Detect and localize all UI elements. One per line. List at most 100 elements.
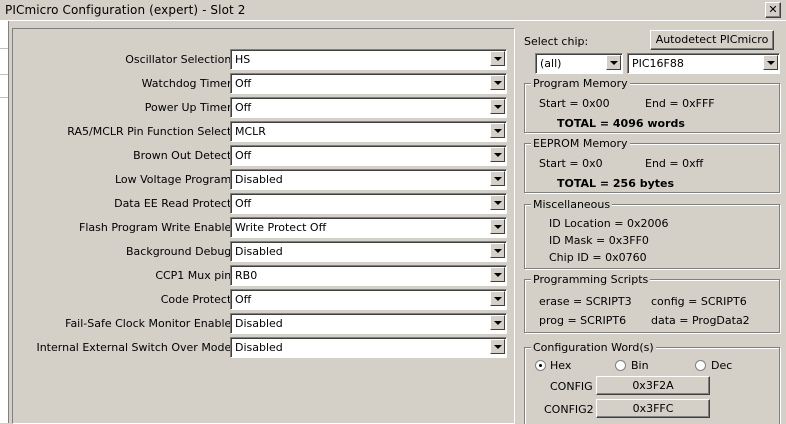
config-row-label: Watchdog Timer: bbox=[141, 77, 235, 90]
chevron-down-icon[interactable] bbox=[490, 243, 505, 258]
config-script: config = SCRIPT6 bbox=[651, 295, 747, 308]
chip-family-select[interactable]: (all) bbox=[535, 53, 623, 74]
ccp1-mux-select[interactable]: RB0 bbox=[230, 265, 507, 286]
fail-safe-clock-select[interactable]: Disabled bbox=[230, 313, 507, 334]
chevron-down-icon[interactable] bbox=[490, 195, 505, 210]
program-memory-end: End = 0xFFF bbox=[645, 97, 715, 110]
chip-value: PIC16F88 bbox=[632, 57, 684, 70]
config-row-value: Off bbox=[235, 197, 252, 210]
erase-script: erase = SCRIPT3 bbox=[539, 295, 632, 308]
chevron-down-icon[interactable] bbox=[763, 55, 778, 70]
config-row-label: Data EE Read Protect: bbox=[114, 197, 235, 210]
chevron-down-icon[interactable] bbox=[490, 51, 505, 66]
programming-scripts-title: Programming Scripts bbox=[531, 273, 651, 286]
chevron-down-icon[interactable] bbox=[490, 75, 505, 90]
chevron-down-icon[interactable] bbox=[490, 291, 505, 306]
close-icon: ✕ bbox=[768, 3, 778, 16]
config-row-value: Disabled bbox=[235, 317, 283, 330]
chip-family-value: (all) bbox=[540, 57, 562, 70]
programming-scripts-group: Programming Scripts erase = SCRIPT3 conf… bbox=[524, 273, 780, 333]
config1-value: 0x3F2A bbox=[632, 379, 674, 392]
prog-script: prog = SCRIPT6 bbox=[539, 314, 627, 327]
configuration-words-title: Configuration Word(s) bbox=[531, 341, 656, 354]
chevron-down-icon[interactable] bbox=[490, 171, 505, 186]
select-chip-label: Select chip: bbox=[524, 35, 589, 48]
config-row: Power Up Timer: Off bbox=[13, 97, 513, 118]
program-memory-group: Program Memory Start = 0x00 End = 0xFFF … bbox=[524, 77, 780, 133]
config-row-value: Off bbox=[235, 77, 252, 90]
chevron-down-icon[interactable] bbox=[490, 267, 505, 282]
chevron-down-icon[interactable] bbox=[490, 147, 505, 162]
close-button[interactable]: ✕ bbox=[765, 2, 781, 18]
config-row-label: Brown Out Detect: bbox=[133, 149, 235, 162]
config1-label: CONFIG bbox=[550, 380, 593, 393]
brown-out-select[interactable]: Off bbox=[230, 145, 507, 166]
config-row: RA5/MCLR Pin Function Select: MCLR bbox=[13, 121, 513, 142]
config-row-value: Disabled bbox=[235, 245, 283, 258]
mclr-select[interactable]: MCLR bbox=[230, 121, 507, 142]
chevron-down-icon[interactable] bbox=[490, 339, 505, 354]
oscillator-select[interactable]: HS bbox=[230, 49, 507, 70]
config-row-value: Write Protect Off bbox=[235, 221, 327, 234]
bin-radio[interactable] bbox=[615, 360, 626, 371]
flash-write-enable-select[interactable]: Write Protect Off bbox=[230, 217, 507, 238]
program-memory-total: TOTAL = 4096 words bbox=[557, 117, 685, 130]
config-row: Oscillator Selection: HS bbox=[13, 49, 513, 70]
eeprom-memory-total: TOTAL = 256 bytes bbox=[557, 177, 675, 190]
data-ee-read-protect-select[interactable]: Off bbox=[230, 193, 507, 214]
config-row-label: Oscillator Selection: bbox=[125, 53, 235, 66]
id-mask: ID Mask = 0x3FF0 bbox=[549, 234, 649, 247]
config-row: Code Protect: Off bbox=[13, 289, 513, 310]
program-memory-start: Start = 0x00 bbox=[539, 97, 610, 110]
chip-id: Chip ID = 0x0760 bbox=[549, 251, 647, 264]
code-protect-select[interactable]: Off bbox=[230, 289, 507, 310]
config-row-label: Power Up Timer: bbox=[144, 101, 235, 114]
chevron-down-icon[interactable] bbox=[490, 219, 505, 234]
config2-value-button[interactable]: 0x3FFC bbox=[596, 399, 710, 418]
power-up-timer-select[interactable]: Off bbox=[230, 97, 507, 118]
hex-radio-label: Hex bbox=[550, 359, 572, 372]
eeprom-memory-title: EEPROM Memory bbox=[531, 137, 630, 150]
eeprom-memory-group: EEPROM Memory Start = 0x0 End = 0xff TOT… bbox=[524, 137, 780, 193]
chevron-down-icon[interactable] bbox=[490, 315, 505, 330]
config-row: Brown Out Detect: Off bbox=[13, 145, 513, 166]
dec-radio-label: Dec bbox=[711, 359, 733, 372]
config-row-label: Internal External Switch Over Mode: bbox=[36, 341, 235, 354]
chevron-down-icon[interactable] bbox=[490, 123, 505, 138]
window-title: PICmicro Configuration (expert) - Slot 2 bbox=[5, 3, 246, 17]
eeprom-memory-end: End = 0xff bbox=[645, 157, 704, 170]
config-row-label: CCP1 Mux pin: bbox=[155, 269, 235, 282]
config-row-label: Fail-Safe Clock Monitor Enable: bbox=[65, 317, 235, 330]
chip-select[interactable]: PIC16F88 bbox=[627, 53, 780, 74]
switch-over-mode-select[interactable]: Disabled bbox=[230, 337, 507, 358]
config-row-value: RB0 bbox=[235, 269, 258, 282]
low-voltage-program-select[interactable]: Disabled bbox=[230, 169, 507, 190]
dec-radio[interactable] bbox=[695, 360, 706, 371]
config-row-value: MCLR bbox=[235, 125, 266, 138]
watchdog-select[interactable]: Off bbox=[230, 73, 507, 94]
program-memory-title: Program Memory bbox=[531, 77, 630, 90]
config-row-label: Low Voltage Program: bbox=[114, 173, 235, 186]
config-row-label: RA5/MCLR Pin Function Select: bbox=[67, 125, 235, 138]
configuration-words-group: Configuration Word(s) Hex Bin Dec CONFIG… bbox=[524, 341, 780, 424]
config-row-value: Disabled bbox=[235, 173, 283, 186]
config-row-value: Off bbox=[235, 149, 252, 162]
miscellaneous-group: Miscellaneous ID Location = 0x2006 ID Ma… bbox=[524, 198, 780, 269]
miscellaneous-title: Miscellaneous bbox=[531, 198, 613, 211]
config1-value-button[interactable]: 0x3F2A bbox=[596, 376, 710, 395]
hex-radio[interactable] bbox=[535, 360, 546, 371]
config-row-label: Background Debug: bbox=[125, 245, 235, 258]
config-row: CCP1 Mux pin: RB0 bbox=[13, 265, 513, 286]
config2-value: 0x3FFC bbox=[632, 402, 674, 415]
background-debug-select[interactable]: Disabled bbox=[230, 241, 507, 262]
config-row-value: HS bbox=[235, 53, 251, 66]
chevron-down-icon[interactable] bbox=[606, 55, 621, 70]
config-row-value: Off bbox=[235, 293, 252, 306]
config-row: Fail-Safe Clock Monitor Enable: Disabled bbox=[13, 313, 513, 334]
config-row-value: Disabled bbox=[235, 341, 283, 354]
id-location: ID Location = 0x2006 bbox=[549, 217, 669, 230]
title-bar: PICmicro Configuration (expert) - Slot 2… bbox=[0, 0, 786, 21]
chevron-down-icon[interactable] bbox=[490, 99, 505, 114]
autodetect-button[interactable]: Autodetect PICmicro bbox=[650, 30, 774, 50]
config-row: Watchdog Timer: Off bbox=[13, 73, 513, 94]
